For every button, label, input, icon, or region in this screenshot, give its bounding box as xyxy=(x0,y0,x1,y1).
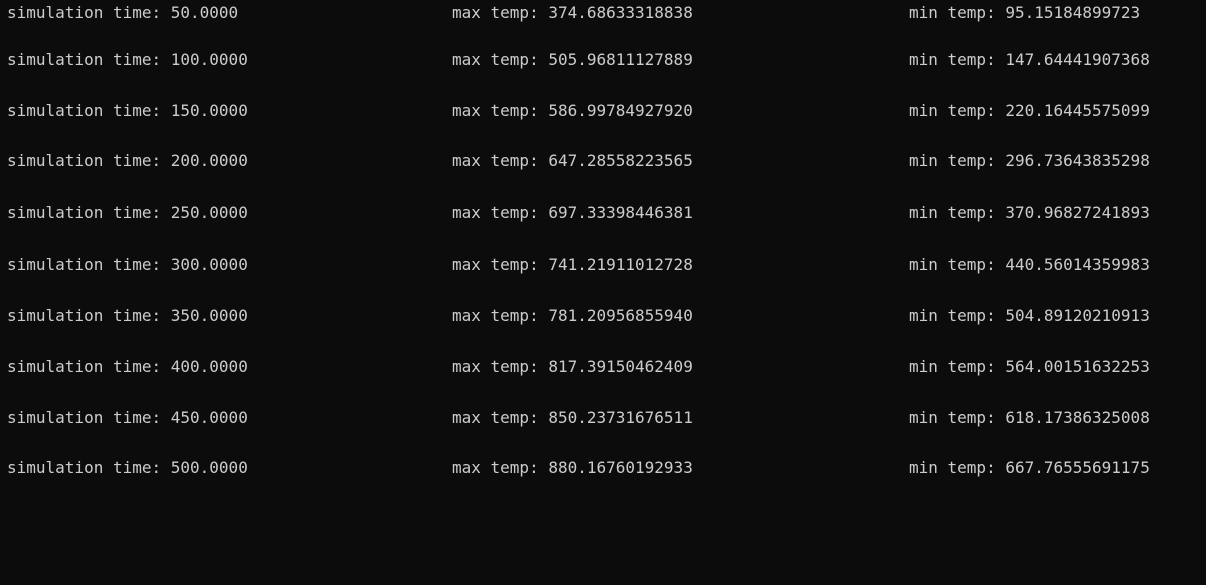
min-temp-text: min temp: 220.16445575099 xyxy=(909,101,1150,120)
simulation-time-text: simulation time: 350.0000 xyxy=(7,306,248,325)
max-temp-text: max temp: 586.99784927920 xyxy=(452,101,693,120)
output-line: simulation time: 100.0000 max temp: 505.… xyxy=(0,47,1206,73)
min-temp-text: min temp: 440.56014359983 xyxy=(909,255,1150,274)
min-temp-text: min temp: 564.00151632253 xyxy=(909,357,1150,376)
simulation-time-text: simulation time: 500.0000 xyxy=(7,458,248,477)
max-temp-text: max temp: 817.39150462409 xyxy=(452,357,693,376)
min-temp-text: min temp: 618.17386325008 xyxy=(909,408,1150,427)
max-temp-text: max temp: 505.96811127889 xyxy=(452,50,693,69)
max-temp-text: max temp: 647.28558223565 xyxy=(452,151,693,170)
min-temp-text: min temp: 667.76555691175 xyxy=(909,458,1150,477)
simulation-time-text: simulation time: 100.0000 xyxy=(7,50,248,69)
simulation-time-text: simulation time: 450.0000 xyxy=(7,408,248,427)
min-temp-text: min temp: 147.64441907368 xyxy=(909,50,1150,69)
max-temp-text: max temp: 697.33398446381 xyxy=(452,203,693,222)
output-line: simulation time: 500.0000 max temp: 880.… xyxy=(0,455,1206,481)
output-line: simulation time: 200.0000 max temp: 647.… xyxy=(0,148,1206,174)
min-temp-text: min temp: 95.15184899723 xyxy=(909,3,1141,22)
simulation-time-text: simulation time: 250.0000 xyxy=(7,203,248,222)
output-line: simulation time: 350.0000 max temp: 781.… xyxy=(0,303,1206,329)
output-line: simulation time: 150.0000 max temp: 586.… xyxy=(0,98,1206,124)
output-line: simulation time: 50.0000 max temp: 374.6… xyxy=(0,0,1206,26)
min-temp-text: min temp: 296.73643835298 xyxy=(909,151,1150,170)
simulation-time-text: simulation time: 300.0000 xyxy=(7,255,248,274)
min-temp-text: min temp: 370.96827241893 xyxy=(909,203,1150,222)
simulation-time-text: simulation time: 400.0000 xyxy=(7,357,248,376)
simulation-time-text: simulation time: 150.0000 xyxy=(7,101,248,120)
output-line: simulation time: 400.0000 max temp: 817.… xyxy=(0,354,1206,380)
max-temp-text: max temp: 850.23731676511 xyxy=(452,408,693,427)
min-temp-text: min temp: 504.89120210913 xyxy=(909,306,1150,325)
terminal-output[interactable]: simulation time: 50.0000 max temp: 374.6… xyxy=(0,0,1206,488)
max-temp-text: max temp: 741.21911012728 xyxy=(452,255,693,274)
output-line: simulation time: 450.0000 max temp: 850.… xyxy=(0,405,1206,431)
output-line: simulation time: 250.0000 max temp: 697.… xyxy=(0,200,1206,226)
max-temp-text: max temp: 880.16760192933 xyxy=(452,458,693,477)
simulation-time-text: simulation time: 50.0000 xyxy=(7,3,239,22)
max-temp-text: max temp: 374.68633318838 xyxy=(452,3,693,22)
simulation-time-text: simulation time: 200.0000 xyxy=(7,151,248,170)
max-temp-text: max temp: 781.20956855940 xyxy=(452,306,693,325)
output-line: simulation time: 300.0000 max temp: 741.… xyxy=(0,252,1206,278)
